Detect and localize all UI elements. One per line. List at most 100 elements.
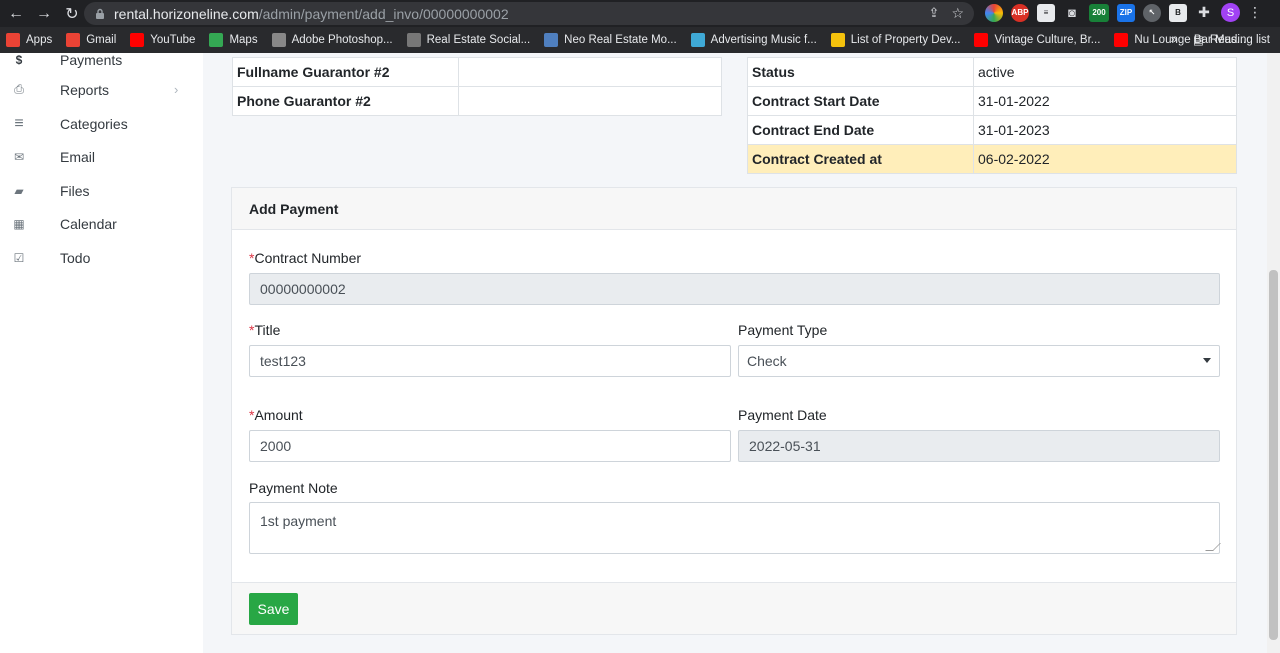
sidebar-item-todo[interactable]: ☑ Todo (0, 241, 203, 274)
cursor-extension-icon[interactable]: ↖ (1143, 3, 1161, 22)
save-button[interactable]: Save (249, 593, 298, 625)
table-cell-label: Phone Guarantor #2 (232, 86, 459, 116)
bookmark-item[interactable]: Maps (209, 33, 258, 47)
sidebar-item-label: Reports (60, 81, 110, 98)
color-extension-icon[interactable] (985, 3, 1003, 22)
sidebar-item-files[interactable]: ▰ Files (0, 174, 203, 207)
table-cell-value (458, 86, 722, 116)
url-path: /admin/payment/add_invo/00000000002 (258, 5, 509, 22)
table-row: Contract End Date 31-01-2023 (747, 115, 1237, 145)
sidebar-item-categories[interactable]: ≡ Categories (0, 107, 203, 140)
adblock-icon[interactable]: ABP (1011, 3, 1029, 22)
bookmark-item[interactable]: Real Estate Social... (406, 33, 531, 47)
bookmark-favicon-icon (209, 33, 224, 47)
calendar-icon: ▦ (13, 216, 25, 231)
back-arrow-icon[interactable]: ← (4, 2, 28, 26)
table-row: Status active (747, 57, 1237, 87)
lock-icon (96, 8, 104, 19)
chevron-right-icon: › (174, 82, 179, 97)
scrollbar-thumb[interactable] (1269, 270, 1278, 640)
sidebar-item-label: Categories (60, 115, 128, 132)
badge-extension-icon[interactable]: 200 (1089, 3, 1109, 22)
list-icon: ≡ (14, 114, 24, 132)
bookmark-item[interactable]: Vintage Culture, Br... (974, 33, 1100, 47)
payment-date-label: Payment Date (738, 407, 827, 423)
amount-input[interactable]: 2000 (249, 430, 731, 462)
payment-type-label: Payment Type (738, 322, 828, 338)
bookmark-label: Advertising Music f... (710, 34, 817, 46)
payment-note-textarea[interactable]: 1st payment (249, 502, 1221, 554)
table-cell-label: Status (747, 57, 974, 87)
label-text: Amount (254, 407, 303, 423)
sidebar-item-label: Todo (60, 249, 91, 266)
table-cell-value (458, 57, 722, 87)
address-bar[interactable]: rental.horizoneline.com/admin/payment/ad… (84, 2, 974, 25)
forward-arrow-icon[interactable]: → (32, 2, 56, 26)
sidebar-item-payments[interactable]: $ Payments (0, 43, 203, 76)
reading-list-button[interactable]: Reading list (1210, 34, 1270, 46)
table-cell-label: Contract Created at (747, 144, 974, 174)
bookmark-favicon-icon (690, 33, 705, 47)
bookmark-item[interactable]: Adobe Photoshop... (271, 33, 393, 47)
more-bookmarks-button[interactable]: » (1171, 34, 1177, 46)
resize-handle-icon[interactable] (1205, 543, 1221, 551)
card-title: Add Payment (232, 188, 1236, 230)
table-cell-label: Fullname Guarantor #2 (232, 57, 459, 87)
sidebar-item-reports[interactable]: ⎙ Reports › (0, 73, 203, 106)
printer-icon: ⎙ (14, 82, 24, 96)
label-text: Contract Number (254, 250, 362, 266)
camera-extension-icon[interactable]: ◙ (1063, 4, 1081, 22)
textarea-value: 1st payment (260, 513, 337, 529)
folder-icon: ▰ (14, 183, 24, 198)
bookmark-label: Real Estate Social... (426, 34, 531, 46)
amount-label: *Amount (249, 407, 303, 423)
bookmark-favicon-icon (1114, 33, 1129, 47)
bookmarks-right: » ▤ Reading list (1171, 27, 1270, 53)
bookmark-label: Vintage Culture, Br... (994, 34, 1101, 46)
share-icon[interactable]: ⇪ (929, 5, 940, 22)
contract-number-input[interactable]: 00000000002 (249, 273, 1220, 305)
dollar-icon: $ (15, 52, 23, 67)
card-footer: Save (232, 582, 1236, 634)
selected-option: Check (747, 353, 787, 369)
envelope-icon: ✉ (13, 149, 25, 164)
b-extension-icon[interactable]: B (1169, 3, 1187, 22)
bookmark-item[interactable]: List of Property Dev... (830, 33, 960, 47)
main-content: Fullname Guarantor #2 Phone Guarantor #2… (203, 53, 1267, 653)
bookmark-favicon-icon (406, 33, 421, 47)
bookmark-item[interactable]: Neo Real Estate Mo... (544, 33, 677, 47)
table-row: Fullname Guarantor #2 (232, 57, 722, 87)
sidebar-item-email[interactable]: ✉ Email (0, 140, 203, 173)
puzzle-extensions-icon[interactable]: ✚ (1195, 4, 1213, 22)
table-row: Phone Guarantor #2 (232, 86, 722, 116)
payment-date-input[interactable]: 2022-05-31 (738, 430, 1220, 462)
profile-avatar[interactable]: S (1221, 3, 1240, 22)
bookmark-favicon-icon (271, 33, 286, 47)
page-scrollbar[interactable] (1267, 53, 1280, 653)
guarantor-table: Fullname Guarantor #2 Phone Guarantor #2 (232, 57, 722, 116)
sidebar-item-label: Payments (60, 51, 123, 68)
table-cell-label: Contract Start Date (747, 86, 974, 116)
reload-icon[interactable]: ↻ (60, 2, 84, 26)
payment-type-select[interactable]: Check (738, 345, 1220, 377)
bookmark-label: Neo Real Estate Mo... (564, 34, 677, 46)
label-text: Title (254, 322, 281, 338)
bookmark-item[interactable]: Advertising Music f... (690, 33, 817, 47)
bookmark-favicon-icon (830, 33, 845, 47)
contract-table: Status active Contract Start Date 31-01-… (747, 57, 1237, 174)
payment-note-label: Payment Note (249, 480, 338, 496)
table-cell-label: Contract End Date (747, 115, 974, 145)
url-host: rental.horizoneline.com (114, 5, 259, 22)
checkbox-icon: ☑ (13, 250, 25, 265)
sidebar-item-calendar[interactable]: ▦ Calendar (0, 207, 203, 240)
table-row-highlighted: Contract Created at 06-02-2022 (747, 144, 1237, 174)
menu-dots-icon[interactable]: ⋮ (1248, 4, 1262, 21)
sidebar-item-label: Files (60, 182, 90, 199)
zip-extension-icon[interactable]: ZIP (1117, 3, 1135, 22)
bookmark-star-icon[interactable]: ☆ (951, 5, 964, 22)
bookmark-favicon-icon (544, 33, 559, 47)
document-extension-icon[interactable]: ≡ (1037, 3, 1055, 22)
bookmark-label: Adobe Photoshop... (291, 34, 393, 46)
title-input[interactable]: test123 (249, 345, 731, 377)
table-cell-value: 31-01-2022 (973, 86, 1237, 116)
